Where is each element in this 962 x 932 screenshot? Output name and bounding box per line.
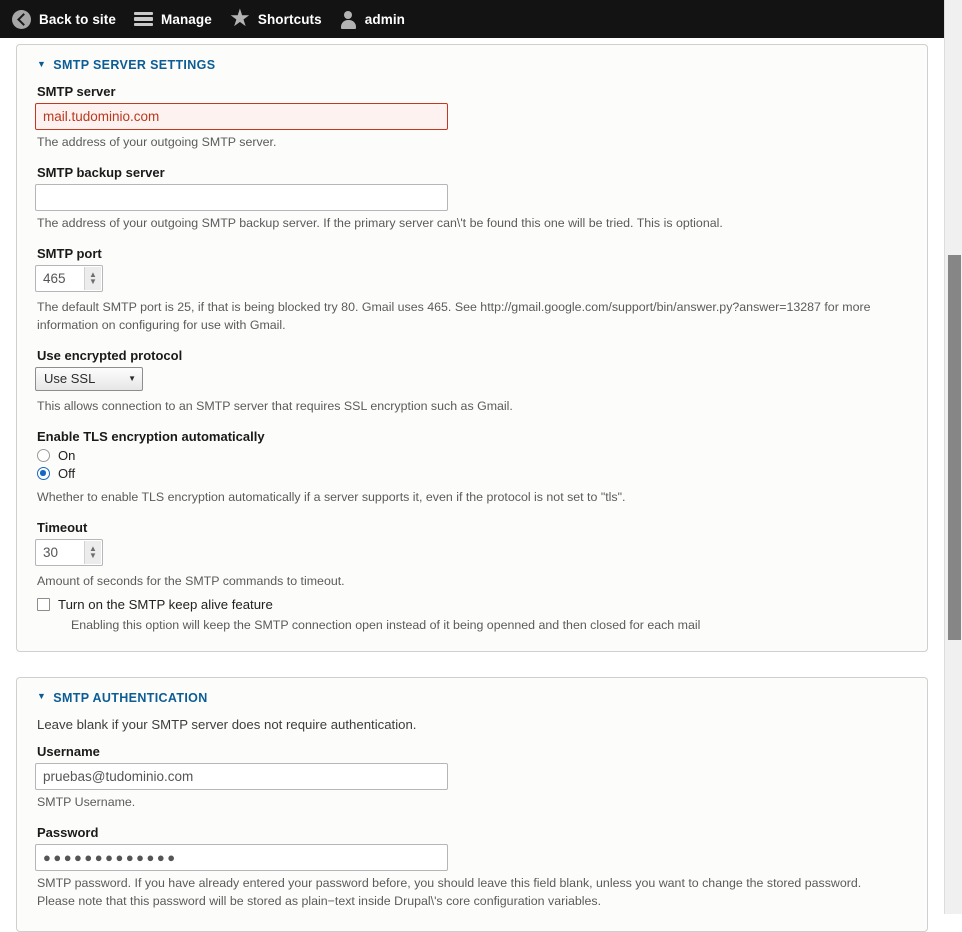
radio-icon: [37, 448, 50, 462]
encrypted-protocol-select[interactable]: Use SSL ▼: [35, 366, 143, 391]
tls-auto-label: Enable TLS encryption automatically: [37, 428, 265, 444]
stepper-arrows-icon[interactable]: ▲ ▼: [84, 540, 101, 564]
smtp-port-stepper[interactable]: 465 ▲ ▼: [35, 264, 103, 292]
password-input[interactable]: [35, 843, 448, 871]
timeout-stepper[interactable]: 30 ▲ ▼: [35, 538, 103, 566]
star-icon: ★: [230, 6, 250, 30]
scrollbar-thumb[interactable]: [948, 255, 961, 640]
toolbar-item-shortcuts[interactable]: ★ Shortcuts: [226, 0, 336, 38]
radio-selected-icon: [37, 466, 50, 480]
toolbar-item-label: Back to site: [39, 11, 116, 27]
vertical-scrollbar[interactable]: [944, 0, 962, 914]
chevron-down-icon: ▼: [37, 691, 47, 702]
tls-radio-off-label: Off: [58, 465, 76, 481]
settings-form: ▼ SMTP SERVER SETTINGS SMTP server The a…: [0, 38, 944, 932]
toolbar-item-label: Shortcuts: [257, 11, 322, 27]
admin-toolbar: Back to site Manage ★ Shortcuts admin: [0, 0, 944, 38]
smtp-server-settings-header[interactable]: ▼ SMTP SERVER SETTINGS: [37, 58, 909, 72]
authentication-lead-text: Leave blank if your SMTP server does not…: [37, 716, 417, 732]
smtp-server-label: SMTP server: [37, 84, 116, 99]
username-input[interactable]: [35, 762, 448, 790]
smtp-port-description: The default SMTP port is 25, if that is …: [37, 299, 871, 332]
timeout-label: Timeout: [37, 519, 88, 535]
stepper-arrows-icon[interactable]: ▲ ▼: [84, 266, 101, 290]
username-label: Username: [37, 743, 100, 759]
timeout-description: Amount of seconds for the SMTP commands …: [37, 573, 345, 588]
smtp-backup-server-label: SMTP backup server: [37, 164, 165, 180]
smtp-server-settings-panel: ▼ SMTP SERVER SETTINGS SMTP server The a…: [16, 44, 928, 652]
keep-alive-label: Turn on the SMTP keep alive feature: [58, 596, 273, 612]
hamburger-icon: [133, 11, 153, 27]
chevron-down-icon: ▼: [128, 374, 136, 384]
encrypted-protocol-label: Use encrypted protocol: [37, 347, 183, 363]
password-description: SMTP password. If you have already enter…: [37, 875, 862, 908]
username-description: SMTP Username.: [37, 794, 136, 809]
panel-title-label: SMTP SERVER SETTINGS: [53, 58, 216, 72]
timeout-value: 30: [43, 544, 59, 560]
keep-alive-checkbox-row[interactable]: Turn on the SMTP keep alive feature: [37, 597, 909, 612]
smtp-port-label: SMTP port: [37, 245, 102, 261]
user-icon: [340, 10, 357, 29]
smtp-port-value: 465: [43, 270, 66, 286]
smtp-server-description: The address of your outgoing SMTP server…: [37, 135, 277, 149]
panel-title-label: SMTP AUTHENTICATION: [53, 690, 208, 705]
checkbox-icon[interactable]: [37, 597, 50, 611]
smtp-authentication-panel: ▼ SMTP AUTHENTICATION Leave blank if you…: [16, 676, 928, 932]
toolbar-item-back-to-site[interactable]: Back to site: [8, 0, 130, 38]
back-circle-icon: [12, 9, 31, 29]
chevron-down-icon: ▼: [37, 58, 47, 69]
keep-alive-description: Enabling this option will keep the SMTP …: [71, 617, 701, 632]
smtp-backup-server-description: The address of your outgoing SMTP backup…: [37, 215, 723, 230]
tls-radio-off[interactable]: Off: [37, 466, 909, 481]
tls-radio-on-label: On: [58, 447, 76, 463]
encrypted-protocol-description: This allows connection to an SMTP server…: [37, 398, 513, 413]
smtp-backup-server-input[interactable]: [35, 183, 448, 211]
smtp-authentication-header[interactable]: ▼ SMTP AUTHENTICATION: [37, 691, 909, 705]
smtp-server-input[interactable]: [35, 103, 448, 130]
password-label: Password: [37, 824, 99, 840]
toolbar-item-label: admin: [364, 11, 406, 27]
tls-auto-description: Whether to enable TLS encryption automat…: [37, 489, 626, 504]
toolbar-item-label: Manage: [160, 11, 212, 27]
encrypted-protocol-value: Use SSL: [44, 371, 96, 387]
toolbar-item-admin-account[interactable]: admin: [336, 0, 419, 38]
toolbar-item-manage[interactable]: Manage: [130, 0, 226, 38]
tls-radio-on[interactable]: On: [37, 448, 909, 463]
